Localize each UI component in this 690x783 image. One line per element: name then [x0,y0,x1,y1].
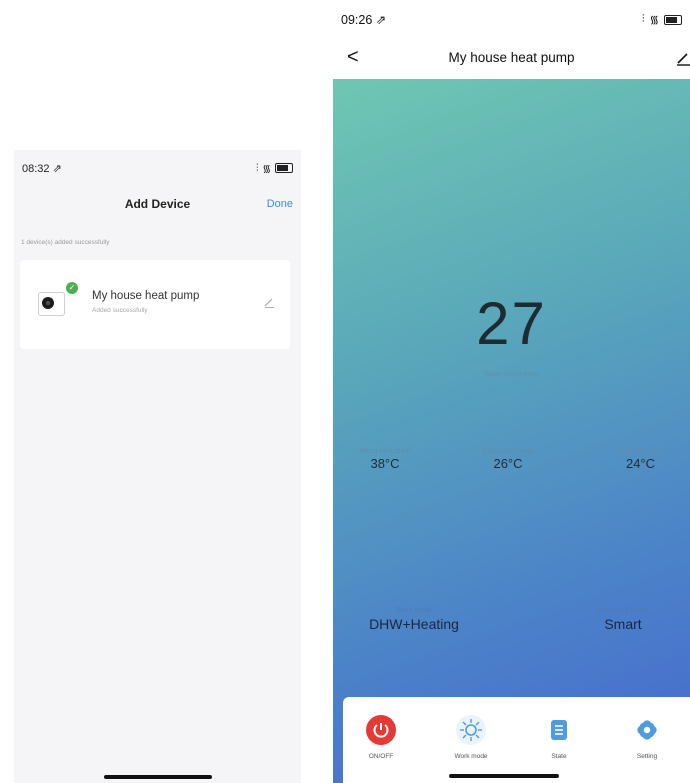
status-time: 08:32 ⇗ [22,163,62,175]
stat-value: 24°C [625,456,656,471]
bottom-action-bar: ON/OFF Work mode State Setting [343,697,690,783]
power-icon [366,715,396,745]
signal-icon: ⫶ [641,13,645,25]
work-mode-button-label: Work mode [454,753,488,760]
device-card[interactable]: ✓ My house heat pump Added successfully [20,260,290,349]
water-tank-temp: Water tank temp 38°C [345,448,425,471]
status-icons: ⫶ ᯾ [256,161,293,175]
water-outlet-temp-value: 27 [476,290,547,357]
setting-label: Setting [636,753,658,760]
state-button[interactable]: State [529,715,589,760]
battery-icon [275,163,293,173]
setting-button[interactable]: Setting [617,715,677,760]
stat-label: Water inlet temp [482,448,534,455]
wifi-icon: ᯾ [649,14,659,26]
power-label: ON/OFF [368,753,394,760]
home-indicator [104,775,212,779]
control-panel: 27 Water outlet temp Water tank temp 38°… [333,79,690,783]
status-icons: ⫶ ᯾ [642,12,682,27]
done-button[interactable]: Done [267,198,293,210]
water-inlet-temp: Water inlet temp 26°C [463,448,553,471]
edit-icon[interactable] [672,46,690,68]
power-button[interactable]: ON/OFF [351,715,411,760]
page-title: Add Device [124,197,191,211]
device-status: Added successfully [92,307,148,314]
status-bar: 08:32 ⇗ ⫶ ᯾ [14,150,301,188]
add-device-screen: 08:32 ⇗ ⫶ ᯾ Add Device Done 1 device(s) … [14,150,301,783]
battery-icon [664,14,682,25]
stat-label: Water tank temp [359,448,411,455]
list-icon [544,715,574,745]
stat-label: Ambient temp [618,448,663,455]
stat-value: 26°C [493,456,523,471]
sun-icon [456,715,486,745]
device-title: My house heat pump [448,50,575,65]
operating-mode-display[interactable]: Operating mode Smart [573,607,673,632]
operating-mode-value: Smart [604,616,642,632]
work-mode-display[interactable]: Work mode DHW+Heating [359,607,469,632]
wifi-icon: ᯾ [262,164,271,175]
device-control-screen: 09:26 ⇗ ⫶ ᯾ < My house heat pump 27 Wate… [333,0,690,783]
device-name: My house heat pump [92,290,200,302]
signal-icon: ⫶ [255,162,259,174]
success-count-text: 1 device(s) added successfully [21,239,110,246]
status-time: 09:26 ⇗ [341,13,387,27]
state-label: State [551,753,567,760]
operating-mode-label: Operating mode [597,607,649,614]
work-mode-value: DHW+Heating [369,616,459,632]
work-mode-label: Work mode [396,607,432,614]
stat-value: 38°C [370,456,400,471]
work-mode-button[interactable]: Work mode [441,715,501,760]
heat-pump-image [38,292,65,316]
check-icon: ✓ [66,282,78,294]
ambient-temp: Ambient temp 24°C [598,448,683,471]
home-indicator [449,774,559,778]
edit-icon[interactable] [262,295,276,309]
gear-icon [632,715,662,745]
water-outlet-temp-label: Water outlet temp [484,371,539,378]
fan-icon [42,297,54,309]
